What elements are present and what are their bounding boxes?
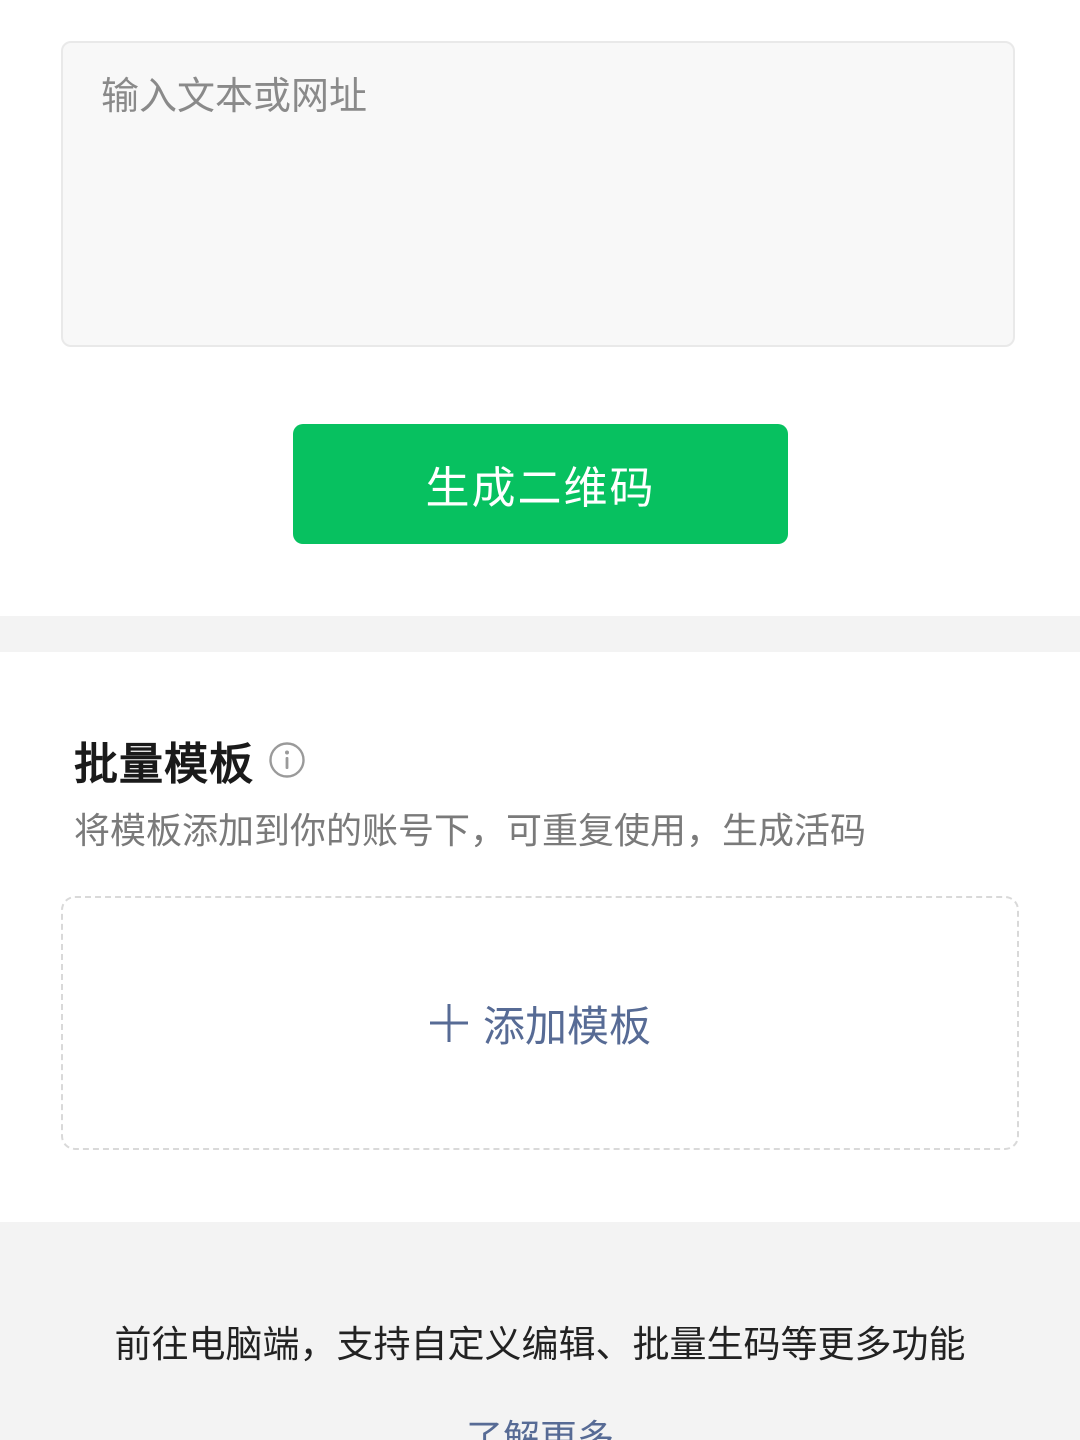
generate-qr-button[interactable]: 生成二维码 — [293, 424, 788, 544]
text-url-input[interactable] — [61, 41, 1015, 347]
template-title-row: 批量模板 — [74, 732, 306, 790]
add-template-button[interactable]: 添加模板 — [61, 896, 1019, 1150]
template-description: 将模板添加到你的账号下，可重复使用，生成活码 — [74, 811, 867, 852]
plus-icon — [429, 1003, 469, 1043]
section-divider — [0, 616, 1080, 652]
info-circle-icon[interactable] — [268, 741, 306, 779]
desktop-promo-text: 前往电脑端，支持自定义编辑、批量生码等更多功能 — [114, 1323, 966, 1366]
template-section-title: 批量模板 — [74, 739, 254, 790]
learn-more-link[interactable]: 了解更多 — [0, 1408, 1080, 1440]
batch-template-section: 批量模板 将模板添加到你的账号下，可重复使用，生成活码 添加模板 — [0, 652, 1080, 1222]
add-template-content: 添加模板 — [429, 993, 651, 1054]
add-template-label: 添加模板 — [482, 1001, 651, 1051]
qr-generator-section: 生成二维码 — [0, 0, 1080, 616]
footer-section: 前往电脑端，支持自定义编辑、批量生码等更多功能 了解更多 — [0, 1222, 1080, 1440]
